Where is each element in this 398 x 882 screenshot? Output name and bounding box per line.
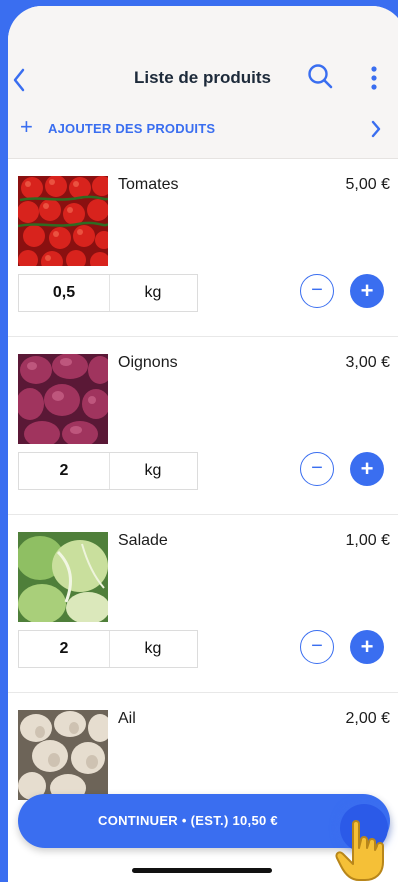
decrease-button[interactable]: − [300, 452, 334, 486]
product-price: 5,00 € [345, 176, 390, 193]
minus-icon: − [311, 457, 323, 479]
decrease-button[interactable]: − [300, 274, 334, 308]
lettuce-image [18, 532, 108, 622]
unit-label: kg [144, 284, 162, 301]
search-icon[interactable] [306, 62, 334, 90]
home-indicator [132, 868, 272, 873]
product-name: Ail [118, 710, 136, 727]
quantity-value[interactable]: 2 [19, 453, 110, 489]
chevron-right-icon [371, 120, 381, 138]
garlic-image [18, 710, 108, 800]
quantity-value[interactable]: 2 [19, 631, 110, 667]
product-price: 1,00 € [345, 532, 390, 549]
increase-button[interactable]: + [350, 274, 384, 308]
quantity-value[interactable]: 0,5 [19, 275, 110, 311]
hand-pointer-icon [335, 820, 384, 881]
plus-icon: + [360, 456, 374, 481]
minus-icon: − [311, 635, 323, 657]
plus-icon: + [20, 114, 33, 139]
increase-button[interactable]: + [350, 452, 384, 486]
product-price: 2,00 € [345, 710, 390, 727]
product-name: Salade [118, 532, 168, 549]
product-row: Salade 1,00 € 2 kg − + [8, 514, 398, 693]
quantity-field[interactable]: 2 kg [18, 452, 198, 490]
plus-icon: + [360, 634, 374, 659]
product-name: Oignons [118, 354, 178, 371]
app-header: Liste de produits [8, 6, 398, 103]
more-vertical-icon[interactable] [368, 64, 380, 92]
unit-label: kg [144, 640, 162, 657]
plus-icon: + [360, 278, 374, 303]
onions-image [18, 354, 108, 444]
decrease-button[interactable]: − [300, 630, 334, 664]
phone-screen: Liste de produits + AJOUTER DES PRODUITS [8, 6, 398, 882]
quantity-field[interactable]: 0,5 kg [18, 274, 198, 312]
product-price: 3,00 € [345, 354, 390, 371]
continue-button-label: CONTINUER • (EST.) 10,50 € [98, 813, 278, 828]
product-row: Oignons 3,00 € 2 kg − + [8, 336, 398, 515]
minus-icon: − [311, 279, 323, 301]
unit-label: kg [144, 462, 162, 479]
back-chevron-icon[interactable] [12, 66, 26, 94]
increase-button[interactable]: + [350, 630, 384, 664]
page-title: Liste de produits [134, 68, 271, 87]
product-row: Tomates 5,00 € 0,5 kg − + [8, 158, 398, 337]
quantity-field[interactable]: 2 kg [18, 630, 198, 668]
product-name: Tomates [118, 176, 179, 193]
add-products-label[interactable]: AJOUTER DES PRODUITS [48, 121, 215, 136]
tomatoes-image [18, 176, 108, 266]
